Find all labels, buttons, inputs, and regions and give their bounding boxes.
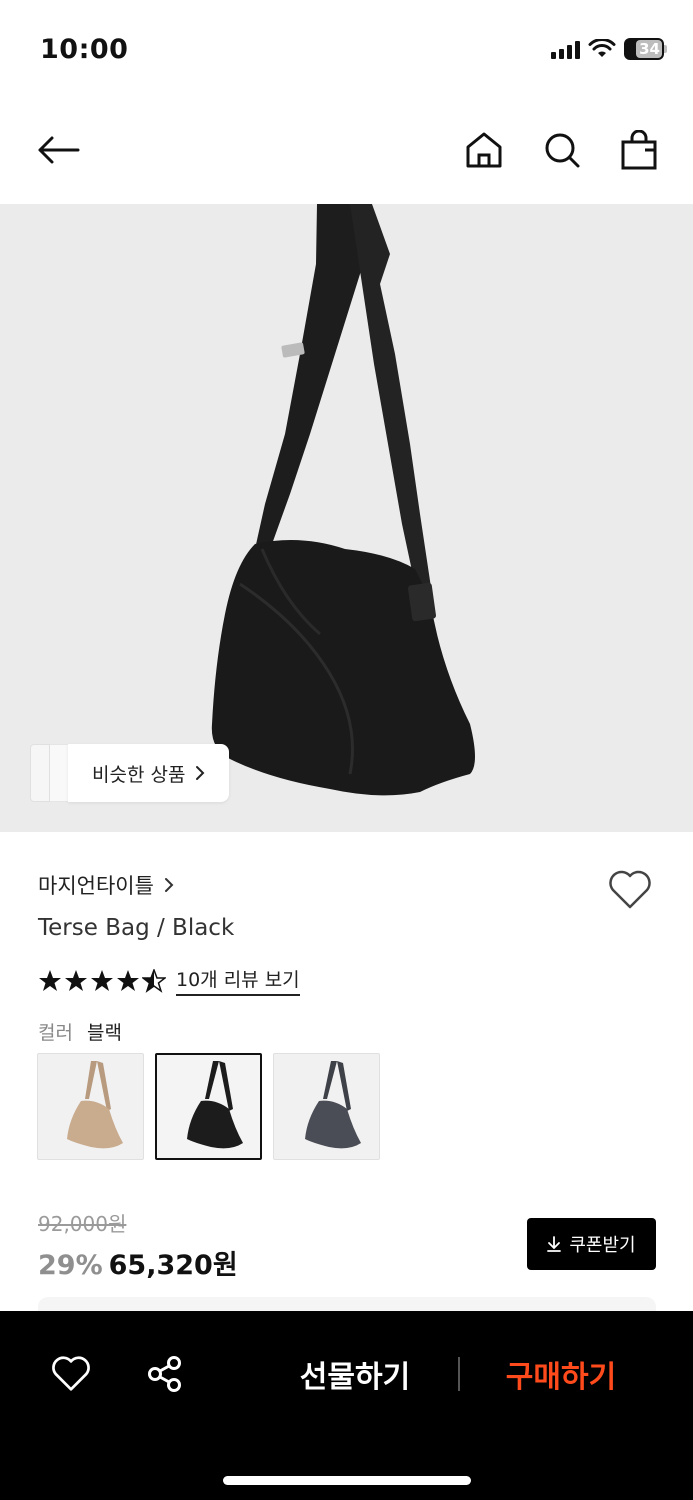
top-nav xyxy=(0,100,693,204)
coupon-button[interactable]: 쿠폰받기 xyxy=(527,1218,656,1270)
similar-products-label: 비슷한 상품 xyxy=(92,763,186,786)
status-time: 10:00 xyxy=(40,34,129,65)
swatch-black[interactable] xyxy=(155,1053,262,1160)
brand-name: 마지언타이틀 xyxy=(38,874,154,898)
status-icons: 34 xyxy=(551,38,667,60)
cart-button[interactable] xyxy=(615,126,663,174)
chevron-right-icon xyxy=(196,766,205,780)
similar-thumb xyxy=(30,744,50,802)
gift-button[interactable]: 선물하기 xyxy=(280,1351,430,1397)
wishlist-button[interactable] xyxy=(606,868,654,912)
like-button[interactable] xyxy=(48,1351,94,1397)
beige-bag-thumbnail xyxy=(66,1060,123,1148)
color-value: 블랙 xyxy=(86,1022,122,1044)
discount-rate: 29% xyxy=(38,1250,103,1281)
original-price: 92,000원 xyxy=(38,1212,127,1236)
product-image[interactable]: 비슷한 상품 xyxy=(0,204,693,832)
swatch-beige[interactable] xyxy=(37,1053,144,1160)
share-button[interactable] xyxy=(142,1351,188,1397)
battery-level: 34 xyxy=(639,40,660,58)
buy-button[interactable]: 구매하기 xyxy=(486,1351,636,1397)
star-icon xyxy=(65,969,87,991)
battery-icon: 34 xyxy=(624,38,664,60)
brand-link[interactable]: 마지언타이틀 xyxy=(38,870,174,900)
status-bar: 10:00 34 xyxy=(0,0,693,100)
rating-stars xyxy=(38,968,166,993)
rating-row: 10개 리뷰 보기 xyxy=(38,965,300,996)
bag-image xyxy=(211,204,475,796)
back-button[interactable] xyxy=(34,126,82,174)
home-button[interactable] xyxy=(460,126,508,174)
star-half-icon xyxy=(142,968,166,993)
black-bag-thumbnail xyxy=(186,1060,243,1148)
reviews-link[interactable]: 10개 리뷰 보기 xyxy=(176,965,300,996)
swatch-charcoal[interactable] xyxy=(273,1053,380,1160)
bottom-action-bar: 선물하기 구매하기 xyxy=(0,1311,693,1500)
heart-icon xyxy=(609,870,651,909)
charcoal-bag-thumbnail xyxy=(304,1060,361,1148)
color-row: 컬러 블랙 xyxy=(38,1018,122,1045)
wifi-icon xyxy=(588,39,616,57)
back-arrow-icon xyxy=(38,136,80,164)
color-swatches xyxy=(37,1053,380,1160)
similar-products[interactable]: 비슷한 상품 xyxy=(30,744,230,802)
heart-icon xyxy=(52,1356,90,1391)
chevron-right-icon xyxy=(164,878,174,892)
similar-thumb xyxy=(50,744,68,802)
color-label: 컬러 xyxy=(38,1022,73,1044)
star-icon xyxy=(91,969,113,991)
coupon-label: 쿠폰받기 xyxy=(569,1235,636,1256)
share-icon xyxy=(148,1356,181,1392)
product-name: Terse Bag / Black xyxy=(38,915,235,941)
price-row: 29% 65,320원 xyxy=(38,1243,238,1282)
download-icon xyxy=(547,1236,562,1252)
search-button[interactable] xyxy=(538,126,586,174)
home-icon xyxy=(466,132,502,168)
shopping-bag-icon xyxy=(621,130,657,170)
similar-products-button[interactable]: 비슷한 상품 xyxy=(68,744,230,802)
home-indicator xyxy=(223,1476,471,1485)
final-price: 65,320원 xyxy=(108,1250,238,1281)
star-icon xyxy=(117,969,139,991)
search-icon xyxy=(545,133,580,168)
star-icon xyxy=(39,969,61,991)
signal-icon xyxy=(551,39,580,59)
divider xyxy=(458,1357,460,1391)
